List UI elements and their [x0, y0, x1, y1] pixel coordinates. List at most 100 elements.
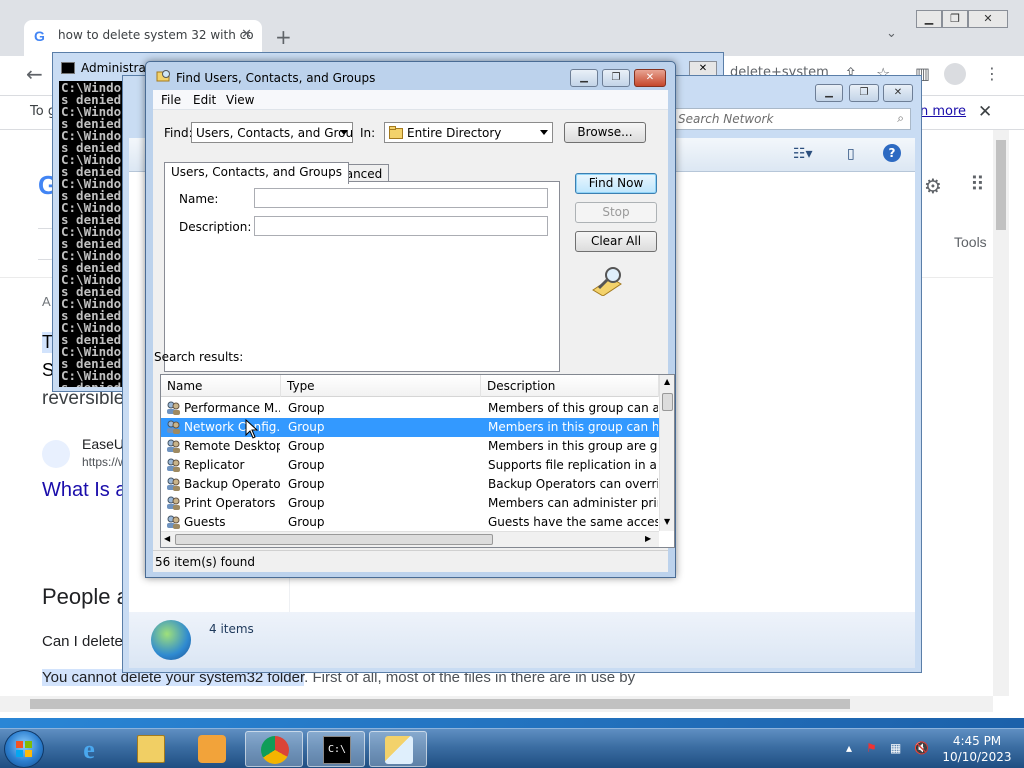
maximize-button[interactable]: ❐ — [942, 10, 968, 28]
find-now-button[interactable]: Find Now — [575, 173, 657, 194]
close-infobar-icon[interactable]: ✕ — [978, 102, 992, 122]
table-row[interactable]: Network Config... Group Members in this gr… — [161, 418, 659, 437]
network-globe-icon — [151, 620, 191, 660]
group-icon — [167, 496, 180, 510]
table-row[interactable]: Remote Desktop... Group Members in this gr… — [161, 437, 659, 456]
search-results-label: Search results: — [154, 350, 244, 364]
menu-edit[interactable]: Edit — [193, 93, 216, 107]
apps-grid-icon[interactable]: ⠿ — [970, 172, 985, 196]
table-row[interactable]: Backup Operators Group Backup Operators ca… — [161, 475, 659, 494]
close-tab-icon[interactable]: ✕ — [241, 27, 252, 42]
cell-name: Performance M... — [184, 401, 280, 415]
settings-gear-icon[interactable]: ⚙ — [924, 174, 942, 198]
tab-strip: G how to delete system 32 with co ✕ + ⌄ … — [0, 0, 1024, 56]
results-list[interactable]: Name Type Description Performance M... Gr… — [160, 374, 675, 548]
folder-icon — [137, 735, 165, 763]
column-name[interactable]: Name — [161, 375, 281, 397]
description-label: Description: — [179, 220, 252, 234]
search-criteria-panel: Name: Description: — [164, 181, 560, 372]
close-button[interactable]: ✕ — [968, 10, 1008, 28]
view-options-icon[interactable]: ☷▾ — [793, 146, 813, 162]
dialog-titlebar[interactable]: Find Users, Contacts, and Groups ▁ ❐ ✕ — [146, 62, 675, 90]
items-count: 4 items — [209, 622, 254, 636]
scroll-right-icon[interactable]: ▶ — [645, 534, 651, 543]
search-icon[interactable]: ⌕ — [897, 111, 904, 126]
scroll-down-icon[interactable]: ▼ — [664, 517, 670, 526]
find-dialog-icon — [156, 70, 170, 82]
menu-file[interactable]: File — [161, 93, 181, 107]
action-center-flag-icon[interactable]: ⚑ — [866, 741, 877, 755]
table-row[interactable]: Print Operators Group Members can administ… — [161, 494, 659, 513]
minimize-button[interactable]: ▁ — [815, 84, 843, 102]
results-vertical-scrollbar[interactable]: ▲ ▼ — [659, 375, 674, 531]
description-input[interactable] — [254, 216, 548, 236]
table-row[interactable]: Replicator Group Supports file replication… — [161, 456, 659, 475]
stop-button[interactable]: Stop — [575, 202, 657, 223]
tab-users-contacts-groups[interactable]: Users, Contacts, and Groups — [164, 162, 349, 184]
new-tab-icon[interactable]: + — [275, 25, 292, 49]
preview-pane-icon[interactable]: ▯ — [847, 146, 855, 162]
search-network-input[interactable]: Search Network ⌕ — [671, 108, 911, 130]
start-button[interactable] — [4, 730, 44, 768]
scroll-thumb[interactable] — [175, 534, 493, 545]
scroll-thumb[interactable] — [662, 393, 673, 411]
search-placeholder: Search Network — [678, 112, 774, 126]
volume-muted-icon[interactable]: 🔇 — [914, 741, 929, 755]
taskbar-find-users[interactable] — [369, 731, 427, 767]
horizontal-scrollbar[interactable] — [0, 696, 993, 712]
taskbar-media-player[interactable] — [183, 731, 241, 767]
results-horizontal-scrollbar[interactable]: ◀ ▶ — [161, 531, 659, 547]
learn-more-link[interactable]: n more — [920, 104, 966, 119]
tools-button[interactable]: Tools — [954, 234, 987, 250]
cell-type: Group — [288, 401, 325, 415]
cell-type: Group — [288, 439, 325, 453]
tab-search-chevron-icon[interactable]: ⌄ — [886, 26, 897, 41]
taskbar-chrome[interactable] — [245, 731, 303, 767]
browser-tab[interactable]: G how to delete system 32 with co ✕ — [24, 20, 262, 56]
chevron-down-icon — [340, 130, 348, 135]
dialog-body: File Edit View Find: Users, Contacts, an… — [153, 90, 675, 572]
table-row[interactable]: Performance M... Group Members of this gro… — [161, 399, 659, 418]
clear-all-button[interactable]: Clear All — [575, 231, 657, 252]
status-bar: 56 item(s) found — [153, 550, 668, 572]
close-button[interactable]: ✕ — [883, 84, 913, 102]
taskbar: e C:\ ▴ ⚑ ▦ 🔇 4:45 PM 10/10/2023 — [0, 728, 1024, 768]
cell-description: Members can administer printer — [488, 496, 658, 510]
group-icon — [167, 477, 180, 491]
column-type[interactable]: Type — [281, 375, 481, 397]
browse-button[interactable]: Browse... — [564, 122, 646, 143]
question-text[interactable]: Can I delete — [42, 633, 123, 650]
help-icon[interactable]: ? — [883, 144, 901, 162]
menu-view[interactable]: View — [226, 93, 254, 107]
network-tray-icon[interactable]: ▦ — [890, 741, 901, 755]
back-arrow-icon[interactable]: ← — [26, 62, 43, 86]
table-row[interactable]: Guests Group Guests have the same access a… — [161, 513, 659, 532]
close-button[interactable]: ✕ — [634, 69, 666, 87]
in-location-dropdown[interactable]: Entire Directory — [384, 122, 553, 143]
profile-avatar[interactable] — [944, 63, 966, 85]
system-clock[interactable]: 4:45 PM 10/10/2023 — [938, 733, 1016, 765]
scroll-thumb[interactable] — [996, 140, 1006, 230]
name-input[interactable] — [254, 188, 548, 208]
find-type-dropdown[interactable]: Users, Contacts, and Groups — [191, 122, 353, 143]
scroll-left-icon[interactable]: ◀ — [164, 534, 170, 543]
minimize-button[interactable]: ▁ — [570, 69, 598, 87]
taskbar-internet-explorer[interactable]: e — [60, 731, 118, 767]
scroll-up-icon[interactable]: ▲ — [664, 377, 670, 386]
taskbar-cmd[interactable]: C:\ — [307, 731, 365, 767]
result-title-link[interactable]: What Is a — [42, 479, 126, 502]
menu-kebab-icon[interactable]: ⋮ — [984, 64, 1000, 83]
google-favicon-icon: G — [34, 28, 45, 44]
maximize-button[interactable]: ❐ — [602, 69, 630, 87]
vertical-scrollbar[interactable] — [993, 130, 1009, 696]
column-description[interactable]: Description — [481, 375, 659, 397]
minimize-button[interactable]: ▁ — [916, 10, 942, 28]
cell-name: Guests — [184, 515, 226, 529]
group-icon — [167, 458, 180, 472]
show-hidden-icons[interactable]: ▴ — [846, 741, 852, 755]
cell-description: Guests have the same access as — [488, 515, 658, 529]
maximize-button[interactable]: ❐ — [849, 84, 879, 102]
status-text: 56 item(s) found — [155, 555, 256, 569]
scroll-thumb[interactable] — [30, 699, 850, 709]
taskbar-file-explorer[interactable] — [122, 731, 180, 767]
